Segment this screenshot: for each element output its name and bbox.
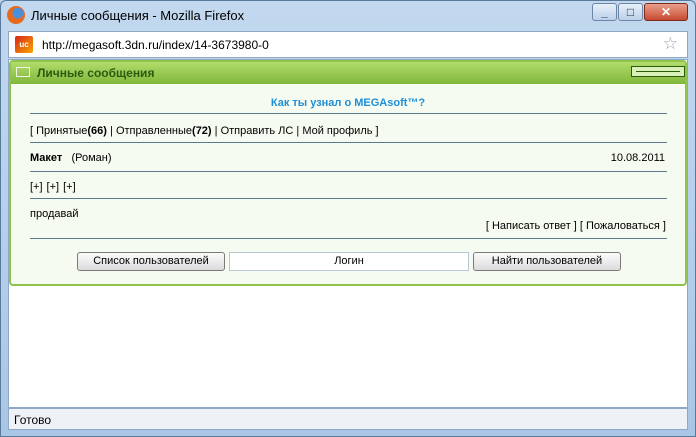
author-login[interactable]: Макет: [30, 152, 62, 164]
address-bar[interactable]: uc http://megasoft.3dn.ru/index/14-36739…: [8, 31, 688, 58]
separator: |: [293, 125, 303, 137]
panel-header: Личные сообщения: [11, 62, 685, 84]
bracket-close: ]: [372, 125, 379, 137]
url-text[interactable]: http://megasoft.3dn.ru/index/14-3673980-…: [42, 38, 269, 52]
close-icon: ✕: [660, 5, 672, 19]
divider: [30, 238, 667, 239]
reply-link[interactable]: Написать ответ: [492, 220, 571, 232]
envelope-icon: [16, 67, 30, 77]
separator: ] [: [570, 220, 587, 232]
resize-handle-icon[interactable]: [631, 66, 685, 77]
browser-window: Личные сообщения - Mozilla Firefox _ □ ✕…: [0, 0, 696, 437]
topic-link[interactable]: Как ты узнал о MEGAsoft™?: [11, 97, 685, 109]
divider: [30, 171, 667, 172]
page-content: Личные сообщения Как ты узнал о MEGAsoft…: [8, 59, 688, 408]
close-button[interactable]: ✕: [644, 3, 688, 21]
minimize-button[interactable]: _: [592, 3, 617, 21]
separator: |: [211, 125, 221, 137]
message-date: 10.08.2011: [610, 152, 665, 164]
expand-toggle[interactable]: [+]: [47, 181, 60, 193]
divider: [30, 142, 667, 143]
my-profile-link[interactable]: Мой профиль: [302, 125, 372, 137]
message-body: продавай: [30, 208, 79, 220]
received-label: Принятые: [36, 125, 88, 137]
find-users-button[interactable]: Найти пользователей: [473, 252, 621, 271]
panel-title: Личные сообщения: [37, 66, 155, 80]
title-bar: Личные сообщения - Mozilla Firefox _ □ ✕: [1, 1, 695, 29]
expand-toggle[interactable]: [+]: [30, 181, 43, 193]
sent-link[interactable]: Отправленные(72): [116, 125, 212, 137]
messages-panel: Личные сообщения Как ты узнал о MEGAsoft…: [9, 60, 687, 286]
status-text: Готово: [14, 413, 52, 427]
message-author: Макет (Роман): [30, 152, 112, 164]
separator: |: [106, 125, 116, 137]
sent-count: (72): [192, 125, 212, 137]
site-favicon-icon: uc: [15, 36, 33, 53]
user-list-button[interactable]: Список пользователей: [77, 252, 225, 271]
complain-link[interactable]: Пожаловаться: [586, 220, 660, 232]
divider: [30, 198, 667, 199]
sent-label: Отправленные: [115, 125, 193, 137]
divider: [30, 113, 667, 114]
expand-toggle[interactable]: [+]: [63, 181, 76, 193]
maximize-button[interactable]: □: [618, 3, 643, 21]
author-real-name: (Роман): [71, 152, 112, 164]
window-title: Личные сообщения - Mozilla Firefox: [31, 8, 245, 23]
maximize-icon: □: [626, 5, 635, 19]
message-actions: [ Написать ответ ] [ Пожаловаться ]: [486, 220, 666, 232]
bookmark-star-icon[interactable]: ☆: [663, 35, 678, 53]
message-nav: [ Принятые(66) | Отправленные(72) | Отпр…: [30, 125, 379, 137]
received-count: (66): [87, 125, 107, 137]
minimize-icon: _: [601, 5, 608, 19]
received-link[interactable]: Принятые(66): [36, 125, 107, 137]
bracket-close: ]: [659, 220, 666, 232]
login-field[interactable]: Логин: [229, 252, 469, 271]
expand-toggles: [+] [+] [+]: [30, 181, 80, 193]
send-message-link[interactable]: Отправить ЛС: [221, 125, 294, 137]
status-bar: Готово: [8, 408, 688, 430]
firefox-logo-icon: [7, 6, 25, 24]
